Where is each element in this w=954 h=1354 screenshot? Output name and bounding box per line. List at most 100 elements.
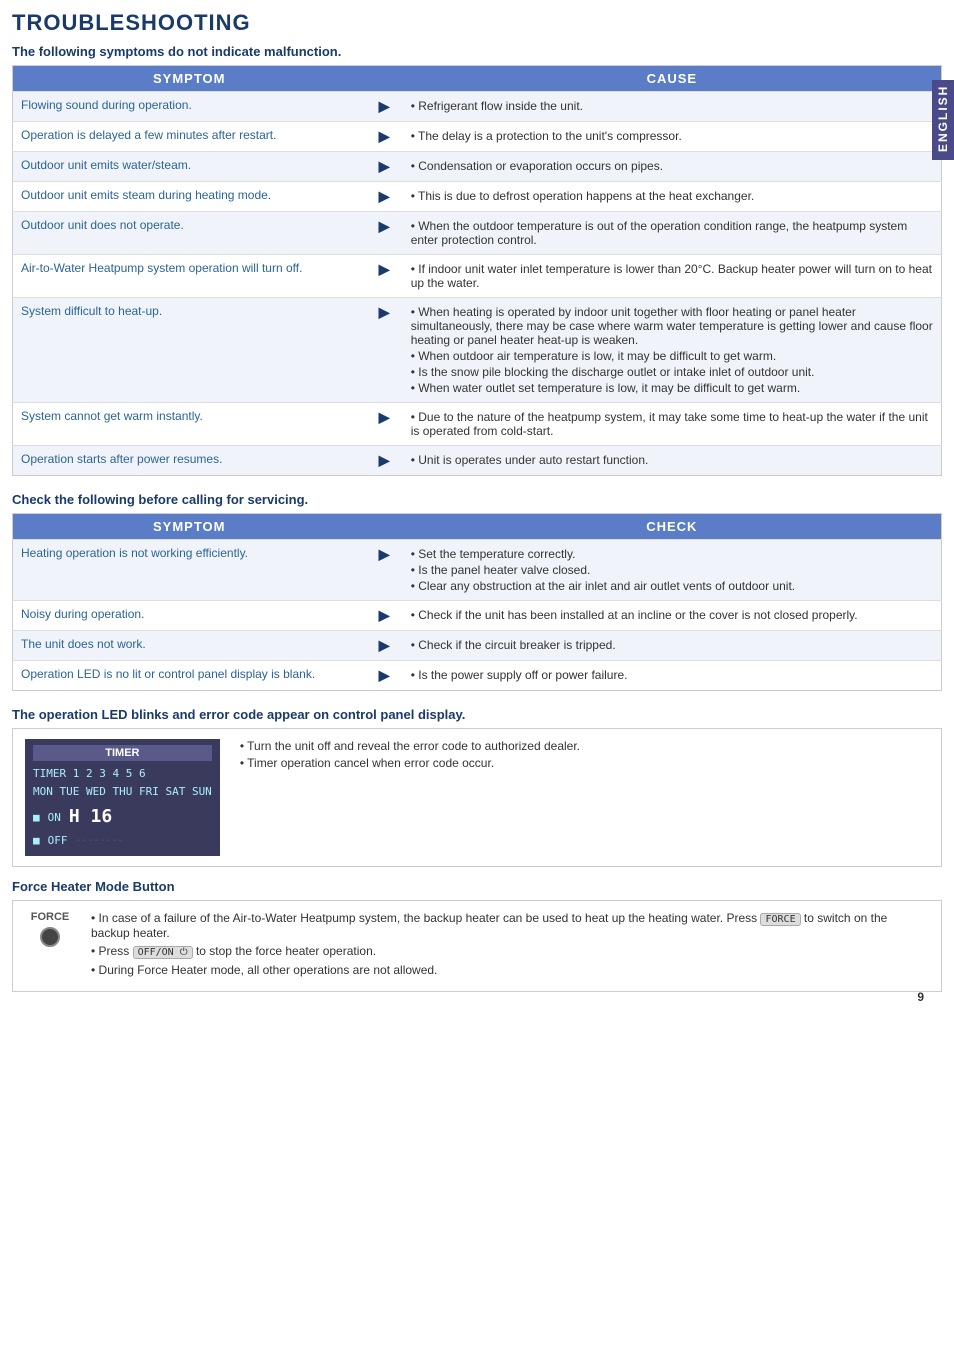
table-row: The unit does not work.▶ Check if the cir…: [13, 631, 942, 661]
arrow-icon: ▶: [366, 403, 403, 446]
symptom-cell: Operation LED is no lit or control panel…: [13, 661, 366, 691]
list-item: When heating is operated by indoor unit …: [411, 304, 933, 348]
arrow-icon: ▶: [366, 255, 403, 298]
symptom-cell: Flowing sound during operation.: [13, 92, 366, 122]
table-row: Operation is delayed a few minutes after…: [13, 122, 942, 152]
timer-line2: MON TUE WED THU FRI SAT SUN: [33, 783, 212, 801]
arrow-icon: ▶: [366, 92, 403, 122]
timer-on-label: ON: [48, 809, 61, 827]
force-circle-icon: [40, 927, 60, 947]
list-item: This is due to defrost operation happens…: [411, 188, 933, 204]
table-row: System difficult to heat-up.▶When heatin…: [13, 298, 942, 403]
arrow-icon: ▶: [366, 182, 403, 212]
cause-cell: Condensation or evaporation occurs on pi…: [403, 152, 942, 182]
timer-box: TIMER TIMER 1 2 3 4 5 6 MON TUE WED THU …: [25, 739, 220, 856]
list-item: When water outlet set temperature is low…: [411, 380, 933, 396]
list-item: When outdoor air temperature is low, it …: [411, 348, 933, 364]
timer-title: TIMER: [33, 745, 212, 761]
symptom-cause-table: SYMPTOM CAUSE Flowing sound during opera…: [12, 65, 942, 476]
list-item: Condensation or evaporation occurs on pi…: [411, 158, 933, 174]
symptom-check-table: SYMPTOM CHECK Heating operation is not w…: [12, 513, 942, 691]
symptom-cell: System cannot get warm instantly.: [13, 403, 366, 446]
cause-cell: Unit is operates under auto restart func…: [403, 446, 942, 476]
list-item: During Force Heater mode, all other oper…: [91, 963, 929, 977]
list-item: Turn the unit off and reveal the error c…: [240, 739, 929, 753]
arrow-icon: ▶: [366, 212, 403, 255]
cause-cell: If indoor unit water inlet temperature i…: [403, 255, 942, 298]
symptom-cell: Outdoor unit emits water/steam.: [13, 152, 366, 182]
cause-header: CAUSE: [403, 66, 942, 92]
offon-button-inline: OFF/ON ⏻: [133, 946, 193, 959]
list-item: The delay is a protection to the unit's …: [411, 128, 933, 144]
timer-line1: TIMER 1 2 3 4 5 6: [33, 765, 212, 783]
check-header: CHECK: [403, 514, 942, 540]
force-button-inline: FORCE: [760, 913, 800, 926]
table-row: Air-to-Water Heatpump system operation w…: [13, 255, 942, 298]
section4-heading: Force Heater Mode Button: [12, 879, 942, 894]
table-row: Heating operation is not working efficie…: [13, 540, 942, 601]
force-label-box: FORCE: [25, 911, 75, 947]
list-item: Check if the unit has been installed at …: [411, 607, 933, 623]
cause-cell: This is due to defrost operation happens…: [403, 182, 942, 212]
check-cell: Check if the unit has been installed at …: [403, 601, 942, 631]
led-section: TIMER TIMER 1 2 3 4 5 6 MON TUE WED THU …: [12, 728, 942, 867]
check-cell: Check if the circuit breaker is tripped.: [403, 631, 942, 661]
section3-heading: The operation LED blinks and error code …: [12, 707, 942, 722]
table-row: System cannot get warm instantly.▶ Due to…: [13, 403, 942, 446]
arrow-header2: [366, 514, 403, 540]
force-instructions: In case of a failure of the Air-to-Water…: [91, 911, 929, 981]
list-item: If indoor unit water inlet temperature i…: [411, 261, 933, 291]
symptom-cell: System difficult to heat-up.: [13, 298, 366, 403]
list-item: Unit is operates under auto restart func…: [411, 452, 933, 468]
cause-cell: The delay is a protection to the unit's …: [403, 122, 942, 152]
list-item: Clear any obstruction at the air inlet a…: [411, 578, 933, 594]
list-item: Is the panel heater valve closed.: [411, 562, 933, 578]
list-item: Refrigerant flow inside the unit.: [411, 98, 933, 114]
symptom-cell: The unit does not work.: [13, 631, 366, 661]
arrow-header: [366, 66, 403, 92]
section1-heading: The following symptoms do not indicate m…: [12, 44, 942, 59]
symptom-header2: SYMPTOM: [13, 514, 366, 540]
arrow-icon: ▶: [366, 631, 403, 661]
cause-cell: Due to the nature of the heatpump system…: [403, 403, 942, 446]
check-cell: Is the power supply off or power failure…: [403, 661, 942, 691]
arrow-icon: ▶: [366, 122, 403, 152]
symptom-cell: Outdoor unit does not operate.: [13, 212, 366, 255]
table-row: Noisy during operation.▶ Check if the uni…: [13, 601, 942, 631]
cause-cell: When heating is operated by indoor unit …: [403, 298, 942, 403]
symptom-cell: Air-to-Water Heatpump system operation w…: [13, 255, 366, 298]
table-row: Operation LED is no lit or control panel…: [13, 661, 942, 691]
arrow-icon: ▶: [366, 540, 403, 601]
symptom-cell: Operation starts after power resumes.: [13, 446, 366, 476]
list-item: Is the snow pile blocking the discharge …: [411, 364, 933, 380]
table-row: Operation starts after power resumes.▶ Un…: [13, 446, 942, 476]
table-row: Outdoor unit emits steam during heating …: [13, 182, 942, 212]
symptom-header: SYMPTOM: [13, 66, 366, 92]
timer-display: TIMER 1 2 3 4 5 6 MON TUE WED THU FRI SA…: [33, 765, 212, 850]
check-cell: Set the temperature correctly.Is the pan…: [403, 540, 942, 601]
symptom-cell: Noisy during operation.: [13, 601, 366, 631]
table-row: Flowing sound during operation.▶ Refriger…: [13, 92, 942, 122]
force-label: FORCE: [31, 911, 70, 923]
cause-cell: When the outdoor temperature is out of t…: [403, 212, 942, 255]
arrow-icon: ▶: [366, 661, 403, 691]
force-section: FORCE In case of a failure of the Air-to…: [12, 900, 942, 992]
symptom-cell: Heating operation is not working efficie…: [13, 540, 366, 601]
led-instructions: Turn the unit off and reveal the error c…: [240, 739, 929, 773]
list-item: Check if the circuit breaker is tripped.: [411, 637, 933, 653]
timer-off-label: OFF: [48, 832, 68, 850]
arrow-icon: ▶: [366, 152, 403, 182]
page-number: 9: [917, 990, 924, 1004]
list-item: Press OFF/ON ⏻ to stop the force heater …: [91, 944, 929, 959]
page-title: TROUBLESHOOTING: [12, 10, 942, 36]
symptom-cell: Operation is delayed a few minutes after…: [13, 122, 366, 152]
list-item: Set the temperature correctly.: [411, 546, 933, 562]
table-row: Outdoor unit emits water/steam.▶ Condensa…: [13, 152, 942, 182]
symptom-cell: Outdoor unit emits steam during heating …: [13, 182, 366, 212]
list-item: Due to the nature of the heatpump system…: [411, 409, 933, 439]
arrow-icon: ▶: [366, 601, 403, 631]
list-item: Timer operation cancel when error code o…: [240, 756, 929, 770]
arrow-icon: ▶: [366, 446, 403, 476]
timer-time: H 16: [69, 803, 112, 832]
table-row: Outdoor unit does not operate.▶When the …: [13, 212, 942, 255]
